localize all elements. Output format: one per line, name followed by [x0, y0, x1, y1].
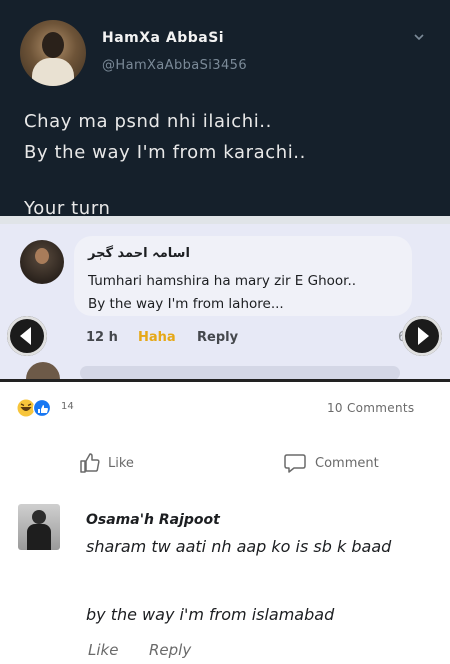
comments-count-link[interactable]: 10 Comments: [327, 401, 414, 415]
avatar-head: [42, 32, 64, 58]
comment-label: Comment: [315, 456, 379, 471]
haha-reaction-button[interactable]: Haha: [138, 330, 176, 345]
avatar-head: [32, 510, 46, 524]
comment-button[interactable]: Comment: [283, 451, 413, 477]
tweet-author-name[interactable]: HamXa AbbaSi: [102, 30, 224, 46]
tweet-avatar[interactable]: [20, 20, 86, 86]
comment-text-continued: by the way i'm from islamabad: [86, 605, 335, 624]
previous-button[interactable]: [7, 316, 47, 356]
comment-text: Tumhari hamshira ha mary zir E Ghoor.. B…: [88, 273, 357, 312]
tweet-author-handle: @HamXaAbbaSi3456: [102, 58, 247, 73]
reply-button[interactable]: Reply: [197, 330, 238, 345]
next-comment-bubble: [80, 366, 400, 379]
avatar[interactable]: [20, 240, 64, 284]
haha-emoji-icon: [17, 399, 35, 417]
thumbs-up-icon: [80, 453, 100, 473]
divider: [0, 379, 450, 382]
like-label: Like: [108, 456, 134, 471]
reaction-count: 14: [61, 401, 74, 412]
comment-author[interactable]: Osama'h Rajpoot: [86, 512, 220, 528]
inner-comment-screenshot: اسامہ احمد گجر Tumhari hamshira ha mary …: [0, 224, 450, 379]
comment-icon: [284, 454, 306, 473]
chevron-down-icon[interactable]: [414, 32, 424, 42]
tweet-text: Chay ma psnd nhi ilaichi.. By the way I'…: [24, 111, 306, 163]
avatar-face: [35, 248, 49, 264]
comment-reply-button[interactable]: Reply: [149, 641, 191, 659]
comment-timestamp: 12 h: [86, 330, 118, 345]
avatar[interactable]: [18, 504, 60, 550]
comment-author[interactable]: اسامہ احمد گجر: [88, 246, 190, 261]
comment-text: sharam tw aati nh aap ko is sb k baad: [86, 537, 392, 556]
avatar-body: [32, 58, 74, 86]
like-reaction-icon: [32, 398, 52, 418]
arrow-left-icon: [20, 327, 31, 345]
divider: [0, 216, 450, 224]
avatar-body: [27, 524, 51, 550]
comment-like-button[interactable]: Like: [88, 641, 118, 659]
like-button[interactable]: Like: [78, 451, 168, 477]
avatar: [26, 362, 60, 379]
next-button[interactable]: [402, 316, 442, 356]
arrow-right-icon: [418, 327, 429, 345]
tweet-card: HamXa AbbaSi @HamXaAbbaSi3456 Chay ma ps…: [0, 0, 450, 224]
